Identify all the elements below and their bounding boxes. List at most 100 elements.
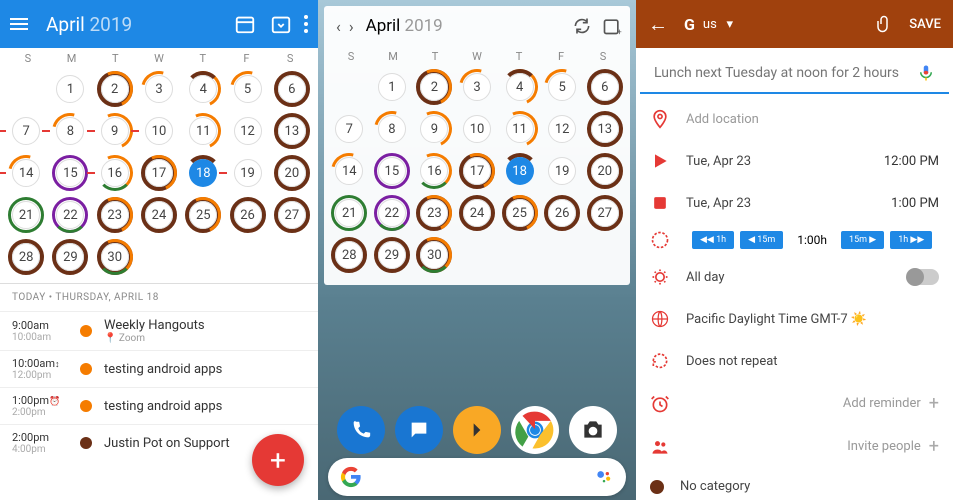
calendar-day[interactable]: 30: [93, 237, 137, 277]
calendar-day[interactable]: 2: [93, 69, 137, 109]
calendar-day[interactable]: 10: [456, 109, 499, 149]
calendar-day[interactable]: 27: [583, 193, 626, 233]
agenda-item[interactable]: 1:00pm⏰2:00pmtesting android apps: [0, 387, 318, 424]
repeat-row[interactable]: Does not repeat: [636, 340, 953, 382]
calendar-day[interactable]: 11: [498, 109, 541, 149]
assistant-icon[interactable]: [594, 467, 614, 487]
calendar-day[interactable]: 26: [541, 193, 584, 233]
calendar-day[interactable]: 6: [583, 67, 626, 107]
goto-today-icon[interactable]: [270, 13, 292, 35]
google-search-bar[interactable]: [328, 458, 626, 496]
menu-icon[interactable]: [10, 15, 30, 33]
calendar-day[interactable]: 9: [413, 109, 456, 149]
calendar-day[interactable]: 5: [541, 67, 584, 107]
calendar-day[interactable]: 26: [225, 195, 269, 235]
add-reminder-plus[interactable]: +: [929, 393, 939, 414]
voice-input-icon[interactable]: [917, 62, 935, 84]
camera-app-icon[interactable]: [569, 406, 617, 454]
calendar-day[interactable]: 8: [371, 109, 414, 149]
calendar-day[interactable]: 17: [137, 153, 181, 193]
calendar-day[interactable]: 23: [93, 195, 137, 235]
calendar-day[interactable]: 29: [48, 237, 92, 277]
duration-back-1h[interactable]: ◀◀ 1h: [692, 231, 734, 249]
calendar-day[interactable]: 10: [137, 111, 181, 151]
calendar-day[interactable]: 6: [270, 69, 314, 109]
calendar-day[interactable]: 4: [181, 69, 225, 109]
add-event-icon[interactable]: +: [602, 16, 622, 36]
back-button[interactable]: ←: [648, 12, 668, 37]
next-month-button[interactable]: ›: [345, 17, 358, 36]
calendar-day[interactable]: 12: [225, 111, 269, 151]
calendar-day[interactable]: 27: [270, 195, 314, 235]
prev-month-button[interactable]: ‹: [332, 17, 345, 36]
calendar-day[interactable]: 16: [93, 153, 137, 193]
calendar-day[interactable]: 1: [48, 69, 92, 109]
calendar-day[interactable]: 17: [456, 151, 499, 191]
timezone-row[interactable]: Pacific Daylight Time GMT-7 ☀️: [636, 298, 953, 340]
calendar-day[interactable]: 19: [541, 151, 584, 191]
calendar-day[interactable]: 3: [137, 69, 181, 109]
add-event-fab[interactable]: +: [252, 434, 304, 486]
refresh-icon[interactable]: [572, 16, 592, 36]
calendar-day[interactable]: 29: [371, 235, 414, 275]
calendar-day[interactable]: 24: [456, 193, 499, 233]
calendar-day[interactable]: 5: [225, 69, 269, 109]
calendar-day[interactable]: 15: [371, 151, 414, 191]
calendar-day[interactable]: 19: [225, 153, 269, 193]
calendar-day[interactable]: 22: [371, 193, 414, 233]
header-month[interactable]: April 2019: [46, 13, 220, 36]
calendar-widget[interactable]: ‹ › April 2019 + SMTWTFS 123456789101112…: [324, 6, 630, 285]
calendar-day[interactable]: 22: [48, 195, 92, 235]
calendar-day[interactable]: 23: [413, 193, 456, 233]
calendar-day[interactable]: 7: [328, 109, 371, 149]
calendar-day[interactable]: 4: [498, 67, 541, 107]
calendar-day[interactable]: 21: [328, 193, 371, 233]
agenda-text: Justin Pot on Support: [104, 436, 230, 451]
calendar-day[interactable]: 30: [413, 235, 456, 275]
agenda-item[interactable]: 9:00am10:00amWeekly Hangouts📍 Zoom: [0, 311, 318, 350]
allday-toggle[interactable]: [907, 269, 939, 285]
calendar-day[interactable]: 25: [498, 193, 541, 233]
phone-app-icon[interactable]: [337, 406, 385, 454]
calendar-day[interactable]: 2: [413, 67, 456, 107]
calendar-day[interactable]: 16: [413, 151, 456, 191]
add-invite-plus[interactable]: +: [929, 436, 939, 457]
end-time-row[interactable]: Tue, Apr 231:00 PM: [636, 182, 953, 224]
plex-app-icon[interactable]: [453, 406, 501, 454]
calendar-day[interactable]: 20: [270, 153, 314, 193]
save-button[interactable]: SAVE: [909, 17, 941, 32]
duration-back-15m[interactable]: ◀ 15m: [740, 231, 783, 249]
messages-app-icon[interactable]: [395, 406, 443, 454]
calendar-day[interactable]: 12: [541, 109, 584, 149]
calendar-day[interactable]: 21: [4, 195, 48, 235]
overflow-menu-icon[interactable]: [304, 15, 308, 33]
calendar-day[interactable]: 1: [371, 67, 414, 107]
calendar-day[interactable]: 11: [181, 111, 225, 151]
event-title-input[interactable]: [654, 65, 917, 81]
agenda-item[interactable]: 10:00am↕12:00pmtesting android apps: [0, 350, 318, 387]
calendar-day[interactable]: 25: [181, 195, 225, 235]
calendar-day[interactable]: 20: [583, 151, 626, 191]
start-time-row[interactable]: Tue, Apr 2312:00 PM: [636, 140, 953, 182]
invite-row[interactable]: Invite people+: [636, 425, 953, 468]
allday-row[interactable]: All day: [636, 256, 953, 298]
calendar-icon[interactable]: [234, 13, 256, 35]
calendar-day[interactable]: 14: [328, 151, 371, 191]
reminder-row[interactable]: Add reminder+: [636, 382, 953, 425]
calendar-day[interactable]: 3: [456, 67, 499, 107]
duration-fwd-15m[interactable]: 15m ▶: [841, 231, 884, 249]
category-row[interactable]: No category: [636, 468, 953, 500]
chrome-app-icon[interactable]: [511, 406, 559, 454]
calendar-day[interactable]: 14: [4, 153, 48, 193]
calendar-day[interactable]: 28: [4, 237, 48, 277]
duration-fwd-1h[interactable]: 1h ▶▶: [890, 231, 932, 249]
calendar-day[interactable]: 13: [583, 109, 626, 149]
widget-month-label[interactable]: April 2019: [366, 16, 562, 36]
calendar-day[interactable]: 13: [270, 111, 314, 151]
attachment-icon[interactable]: [875, 14, 893, 34]
calendar-day[interactable]: 18: [498, 151, 541, 191]
location-row[interactable]: Add location: [636, 98, 953, 140]
calendar-day[interactable]: 24: [137, 195, 181, 235]
calendar-day[interactable]: 28: [328, 235, 371, 275]
account-selector[interactable]: us ▾: [703, 17, 875, 32]
